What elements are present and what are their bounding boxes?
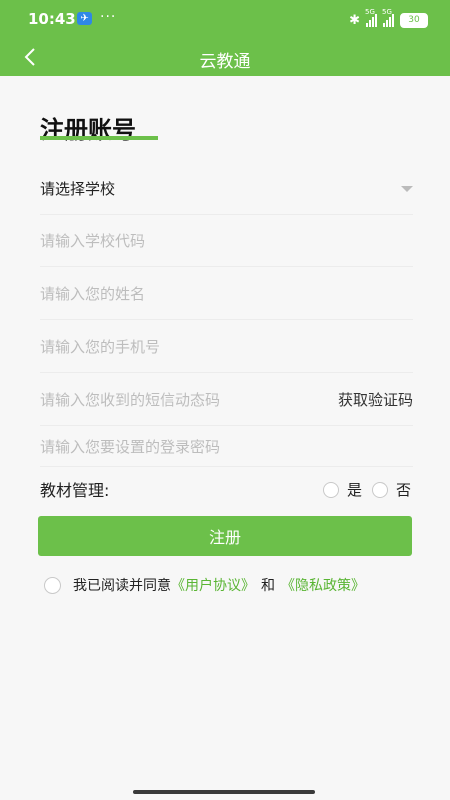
bluetooth-icon: ✱ (349, 12, 360, 28)
phone-row (40, 322, 413, 373)
name-row (40, 269, 413, 320)
agreement-checkbox[interactable] (44, 576, 61, 594)
sms-code-input[interactable] (40, 375, 310, 425)
nav-bar: 云教通 (0, 40, 450, 76)
user-agreement-link[interactable]: 《用户协议》 (171, 575, 255, 595)
app-header: 10:43 ✈ ··· ✱ 5G 5G 30 云教通 (0, 0, 450, 76)
material-label: 教材管理: (40, 481, 110, 500)
notification-app-icon: ✈ (77, 12, 92, 25)
register-button[interactable]: 注册 (38, 516, 412, 556)
agreement-prefix: 我已阅读并同意 (73, 578, 171, 594)
battery-icon: 30 (400, 12, 428, 28)
school-code-row (40, 216, 413, 267)
status-indicators: ✱ 5G 5G 30 (349, 8, 428, 29)
radio-yes-label: 是 (346, 481, 362, 499)
page-title: 云教通 (199, 52, 251, 72)
signal-icon: 5G (382, 8, 394, 27)
school-code-input[interactable] (40, 216, 413, 266)
home-indicator[interactable] (133, 790, 315, 794)
agreement-row: 我已阅读并同意 《用户协议》 和 《隐私政策》 (44, 575, 365, 595)
password-input[interactable] (40, 428, 413, 466)
password-row (40, 428, 413, 467)
material-radio-group: 是 否 (322, 479, 413, 500)
material-management-row: 教材管理: 是 否 (40, 477, 413, 501)
triangle-down-icon (401, 186, 413, 192)
status-time: 10:43 (28, 10, 76, 28)
sms-code-row: 获取验证码 (40, 375, 413, 426)
radio-yes[interactable] (322, 481, 339, 498)
radio-no-label: 否 (395, 481, 411, 499)
signal-icon: 5G (365, 8, 377, 27)
phone-input[interactable] (40, 322, 413, 372)
agreement-and: 和 (261, 578, 275, 594)
name-input[interactable] (40, 269, 413, 319)
status-bar: 10:43 ✈ ··· ✱ 5G 5G 30 (0, 0, 450, 40)
radio-no[interactable] (371, 481, 388, 498)
school-select[interactable]: 请选择学校 (40, 164, 413, 215)
heading-underline (40, 136, 158, 140)
get-code-button[interactable]: 获取验证码 (338, 389, 413, 410)
more-notifications-icon: ··· (100, 9, 117, 25)
privacy-policy-link[interactable]: 《隐私政策》 (281, 575, 365, 595)
school-select-label: 请选择学校 (40, 180, 116, 198)
